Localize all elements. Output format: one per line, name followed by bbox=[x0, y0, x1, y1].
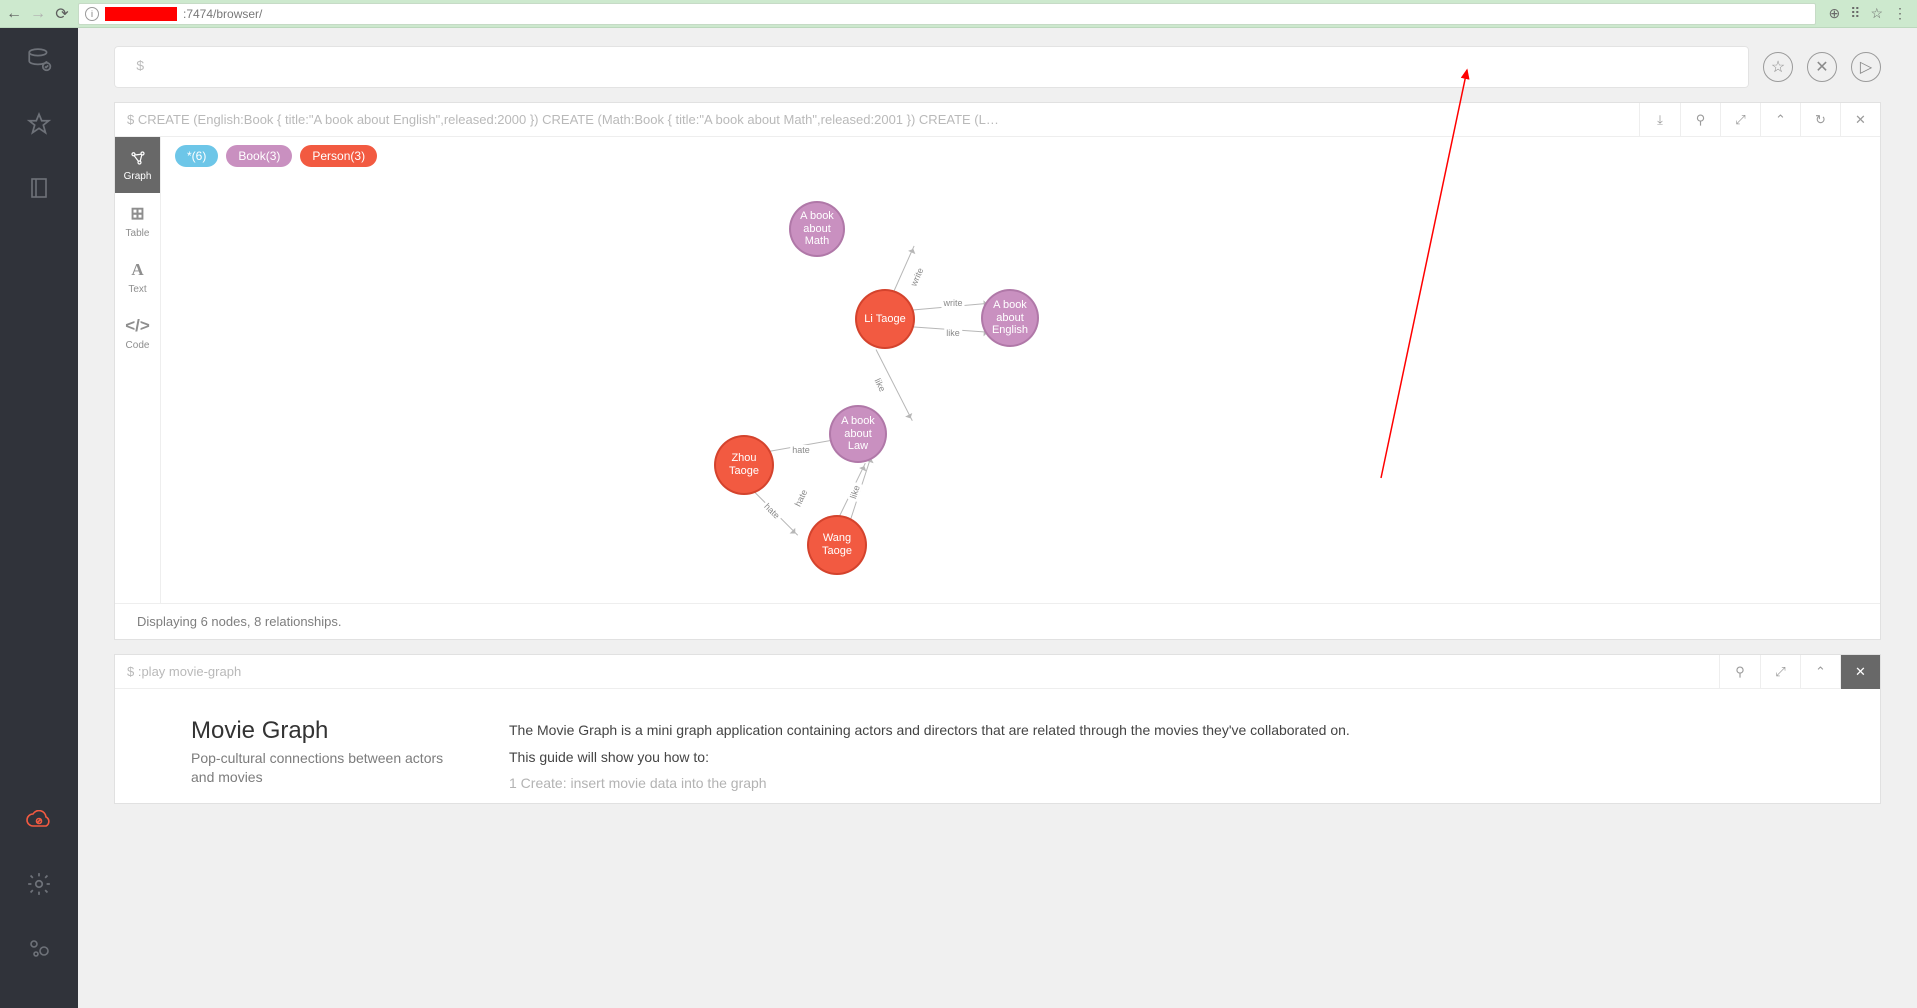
collapse-button[interactable]: ⌃ bbox=[1760, 103, 1800, 137]
reload-icon[interactable]: ⟳ bbox=[54, 4, 70, 24]
edge-label: like bbox=[944, 328, 962, 338]
cypher-editor[interactable]: $ bbox=[114, 46, 1749, 88]
node-book-math[interactable]: A book about Math bbox=[791, 203, 843, 255]
query-text: $ CREATE (English:Book { title:"A book a… bbox=[115, 112, 1639, 128]
url-text: :7474/browser/ bbox=[183, 7, 262, 21]
favorites-icon[interactable] bbox=[25, 110, 53, 138]
info-icon[interactable]: i bbox=[85, 7, 99, 21]
run-button[interactable]: ▷ bbox=[1851, 52, 1881, 82]
view-text[interactable]: AText bbox=[115, 249, 160, 305]
edge-label: hate bbox=[792, 486, 810, 510]
editor-prompt: $ bbox=[136, 59, 144, 75]
redacted-host bbox=[105, 7, 177, 21]
download-button[interactable]: ⤓ bbox=[1640, 103, 1680, 137]
node-person-zhou[interactable]: Zhou Taoge bbox=[716, 437, 772, 493]
docs-icon[interactable] bbox=[25, 174, 53, 202]
refresh-button[interactable]: ↻ bbox=[1800, 103, 1840, 137]
close-button[interactable]: ✕ bbox=[1840, 655, 1880, 689]
guide-subtitle: Pop-cultural connections between actors … bbox=[191, 749, 457, 787]
view-code[interactable]: </>Code bbox=[115, 305, 160, 361]
view-tabs: Graph ⊞Table AText </>Code bbox=[115, 137, 161, 603]
forward-icon[interactable]: → bbox=[30, 5, 46, 23]
guide-li1: 1 Create: insert movie data into the gra… bbox=[509, 770, 1804, 797]
settings-icon[interactable] bbox=[25, 870, 53, 898]
zoom-icon[interactable]: ⊕ bbox=[1828, 5, 1840, 22]
edge-label: like bbox=[872, 375, 889, 395]
pin-button[interactable]: ⚲ bbox=[1680, 103, 1720, 137]
database-icon[interactable] bbox=[25, 46, 53, 74]
back-icon[interactable]: ← bbox=[6, 5, 22, 23]
menu-icon[interactable]: ⋮ bbox=[1893, 5, 1907, 22]
favorite-button[interactable]: ☆ bbox=[1763, 52, 1793, 82]
cloud-icon[interactable] bbox=[25, 806, 53, 834]
guide-p2: This guide will show you how to: bbox=[509, 744, 1804, 771]
guide-p1: The Movie Graph is a mini graph applicat… bbox=[509, 717, 1804, 744]
collapse-button[interactable]: ⌃ bbox=[1800, 655, 1840, 689]
star-icon[interactable]: ☆ bbox=[1870, 5, 1883, 22]
close-button[interactable]: ✕ bbox=[1840, 103, 1880, 137]
guide-title: Movie Graph bbox=[191, 717, 457, 745]
view-graph[interactable]: Graph bbox=[115, 137, 160, 193]
node-book-english[interactable]: A book about English bbox=[983, 291, 1037, 345]
edge-label: hate bbox=[790, 445, 812, 455]
node-person-wang[interactable]: Wang Taoge bbox=[809, 517, 865, 573]
result-frame-1: $ CREATE (English:Book { title:"A book a… bbox=[114, 102, 1881, 640]
view-table[interactable]: ⊞Table bbox=[115, 193, 160, 249]
edge-label: write bbox=[908, 264, 926, 289]
browser-chrome: ← → ⟳ i :7474/browser/ ⊕ ⠿ ☆ ⋮ bbox=[0, 0, 1917, 28]
node-book-law[interactable]: A book about Law bbox=[831, 407, 885, 461]
status-bar: Displaying 6 nodes, 8 relationships. bbox=[115, 603, 1880, 639]
expand-button[interactable]: ⤢ bbox=[1720, 103, 1760, 137]
address-bar[interactable]: i :7474/browser/ bbox=[78, 3, 1816, 25]
clear-button[interactable]: ✕ bbox=[1807, 52, 1837, 82]
edge-label: like bbox=[848, 482, 863, 502]
graph-viz[interactable]: *(6) Book(3) Person(3) write write like … bbox=[161, 137, 1880, 603]
left-rail bbox=[0, 28, 78, 1008]
main-content: $ ☆ ✕ ▷ $ CREATE (English:Book { title:"… bbox=[78, 28, 1917, 1008]
result-frame-2: $ :play movie-graph ⚲ ⤢ ⌃ ✕ Movie Graph … bbox=[114, 654, 1881, 804]
about-icon[interactable] bbox=[25, 934, 53, 962]
node-person-li[interactable]: Li Taoge bbox=[857, 291, 913, 347]
edge-label: write bbox=[941, 298, 964, 308]
translate-icon[interactable]: ⠿ bbox=[1850, 5, 1860, 22]
query-text: $ :play movie-graph bbox=[115, 664, 1719, 680]
pin-button[interactable]: ⚲ bbox=[1720, 655, 1760, 689]
expand-button[interactable]: ⤢ bbox=[1760, 655, 1800, 689]
